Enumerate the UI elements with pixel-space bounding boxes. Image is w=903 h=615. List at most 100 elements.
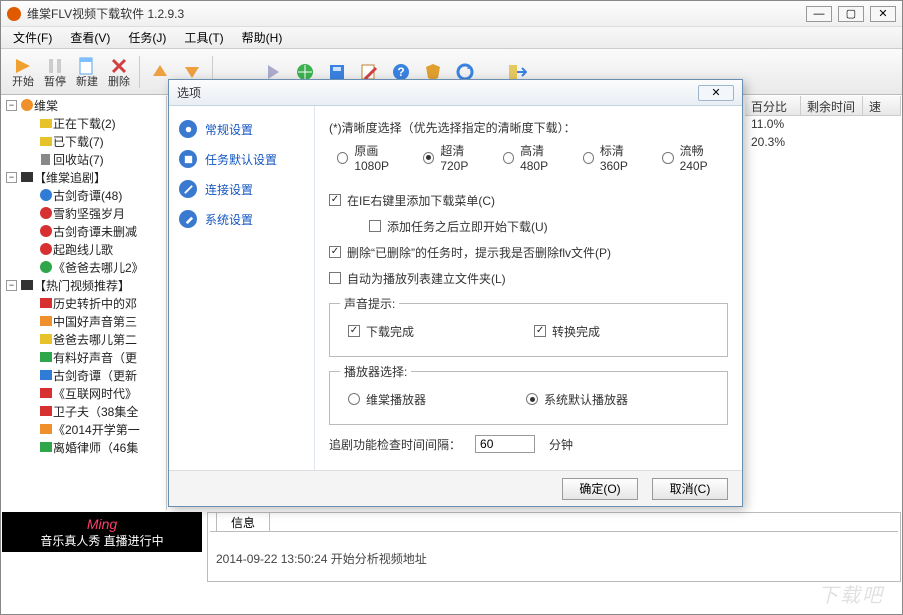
titlebar: 维棠FLV视频下载软件 1.2.9.3 — ▢ ✕ (1, 1, 902, 27)
radio-240p[interactable]: 流畅240P (662, 142, 728, 173)
video-icon (39, 350, 53, 364)
tree-drama-item[interactable]: 《爸爸去哪儿2》 (2, 258, 166, 276)
radio-player-weitang[interactable]: 维棠播放器 (348, 388, 426, 410)
sound-group: 声音提示: 下载完成 转换完成 (329, 295, 728, 357)
tb-start[interactable]: 开始 (7, 56, 39, 88)
video-icon (39, 332, 53, 346)
tree-hot-item[interactable]: 历史转折中的邓 (2, 294, 166, 312)
tree-pane: −维棠 正在下载(2) 已下载(7) 回收站(7) −【维棠追剧】 古剑奇谭(4… (2, 96, 167, 510)
tree-hot-item[interactable]: 中国好声音第三 (2, 312, 166, 330)
tb-new[interactable]: 新建 (71, 56, 103, 88)
tree-drama-item[interactable]: 古剑奇谭未删减 (2, 222, 166, 240)
tree-drama-item[interactable]: 雪豹坚强岁月 (2, 204, 166, 222)
menu-help[interactable]: 帮助(H) (234, 27, 291, 48)
tree-hot-item[interactable]: 古剑奇谭（更新 (2, 366, 166, 384)
maximize-button[interactable]: ▢ (838, 6, 864, 22)
arrow-right-icon (13, 56, 33, 76)
tree-drama-item[interactable]: 古剑奇谭(48) (2, 186, 166, 204)
menu-view[interactable]: 查看(V) (62, 27, 118, 48)
nav-system-label: 系统设置 (205, 211, 253, 228)
tree-recycle[interactable]: 回收站(7) (2, 150, 166, 168)
dialog-title: 选项 (177, 84, 698, 101)
tree-item-label: 雪豹坚强岁月 (53, 205, 125, 222)
connect-icon (179, 180, 197, 198)
dialog-nav: 常规设置 任务默认设置 连接设置 系统设置 (169, 106, 315, 470)
tree-item-label: 卫子夫（38集全 (53, 403, 138, 420)
tree-downloading-label: 正在下载(2) (53, 115, 116, 132)
tree-item-label: 《互联网时代》 (53, 385, 137, 402)
video-icon (39, 188, 53, 202)
radio-player-system[interactable]: 系统默认播放器 (526, 388, 628, 410)
col-percent[interactable]: 百分比 (745, 96, 801, 115)
dialog-close-button[interactable]: ✕ (698, 85, 734, 101)
video-icon (39, 386, 53, 400)
tree-drama[interactable]: −【维棠追剧】 (2, 168, 166, 186)
chk-ie-menu[interactable]: 在IE右键里添加下载菜单(C) (329, 189, 728, 211)
minimize-button[interactable]: — (806, 6, 832, 22)
menubar: 文件(F) 查看(V) 任务(J) 工具(T) 帮助(H) (1, 27, 902, 49)
sound-legend: 声音提示: (340, 295, 399, 312)
dialog-panel: (*)清晰度选择（优先选择指定的清晰度下载）： 原画1080P 超清720P 高… (315, 106, 742, 470)
close-button[interactable]: ✕ (870, 6, 896, 22)
star-icon (20, 278, 34, 292)
video-icon (39, 404, 53, 418)
nav-system[interactable]: 系统设置 (169, 204, 314, 234)
tree-hot-item[interactable]: 有料好声音（更 (2, 348, 166, 366)
video-icon (39, 368, 53, 382)
chk-ie-sub[interactable]: 添加任务之后立即开始下载(U) (329, 215, 728, 237)
video-icon (39, 242, 53, 256)
tree-item-label: 历史转折中的邓 (53, 295, 137, 312)
tree-hot-item[interactable]: 《2014开学第一 (2, 420, 166, 438)
tree-item-label: 爸爸去哪儿第二 (53, 331, 137, 348)
grid-row[interactable]: 20.3% (745, 134, 901, 152)
radio-1080p[interactable]: 原画1080P (337, 142, 409, 173)
tree-downloading[interactable]: 正在下载(2) (2, 114, 166, 132)
interval-input[interactable] (475, 435, 535, 453)
menu-tools[interactable]: 工具(T) (176, 27, 231, 48)
radio-360p[interactable]: 标清360P (583, 142, 649, 173)
tb-delete[interactable]: 删除 (103, 56, 135, 88)
delete-icon (109, 56, 129, 76)
nav-general[interactable]: 常规设置 (169, 114, 314, 144)
window-title: 维棠FLV视频下载软件 1.2.9.3 (27, 5, 800, 22)
video-icon (39, 206, 53, 220)
menu-file[interactable]: 文件(F) (5, 27, 60, 48)
grid-row[interactable]: 11.0% (745, 116, 901, 134)
tree-drama-item[interactable]: 起跑线儿歌 (2, 240, 166, 258)
radio-480p[interactable]: 高清480P (503, 142, 569, 173)
tree-hot-item[interactable]: 爸爸去哪儿第二 (2, 330, 166, 348)
tree-downloaded[interactable]: 已下载(7) (2, 132, 166, 150)
tree-hot-item[interactable]: 离婚律师（46集 (2, 438, 166, 456)
info-tab[interactable]: 信息 (216, 512, 270, 532)
radio-720p[interactable]: 超清720P (423, 142, 489, 173)
tree-item-label: 古剑奇谭未删减 (53, 223, 137, 240)
player-legend: 播放器选择: (340, 363, 411, 380)
ok-button[interactable]: 确定(O) (562, 478, 638, 500)
grid-rows: 11.0% 20.3% (745, 116, 901, 152)
chk-mk-folder[interactable]: 自动为播放列表建立文件夹(L) (329, 267, 728, 289)
tb-pause-label: 暂停 (44, 77, 66, 88)
tree-item-label: 中国好声音第三 (53, 313, 137, 330)
trash-icon (39, 152, 53, 166)
ad-banner[interactable]: Ming 音乐真人秀 直播进行中 (2, 512, 202, 552)
nav-task[interactable]: 任务默认设置 (169, 144, 314, 174)
tree-hot[interactable]: −【热门视频推荐】 (2, 276, 166, 294)
video-icon (39, 314, 53, 328)
tree-hot-label: 【热门视频推荐】 (34, 277, 130, 294)
new-file-icon (77, 56, 97, 76)
info-body: 2014-09-22 13:50:24 开始分析视频地址 (210, 531, 898, 579)
menu-task[interactable]: 任务(J) (120, 27, 174, 48)
col-speed[interactable]: 速 (863, 96, 901, 115)
col-remain[interactable]: 剩余时间 (801, 96, 863, 115)
tree-hot-item[interactable]: 《互联网时代》 (2, 384, 166, 402)
chk-sound-convert[interactable]: 转换完成 (534, 320, 600, 342)
tree-item-label: 有料好声音（更 (53, 349, 137, 366)
grid-header: 百分比 剩余时间 速 (745, 96, 901, 116)
tree-root[interactable]: −维棠 (2, 96, 166, 114)
nav-conn[interactable]: 连接设置 (169, 174, 314, 204)
chk-sound-download[interactable]: 下载完成 (348, 320, 414, 342)
tb-pause[interactable]: 暂停 (39, 56, 71, 88)
chk-del-prompt[interactable]: 删除“已删除”的任务时，提示我是否删除flv文件(P) (329, 241, 728, 263)
cancel-button[interactable]: 取消(C) (652, 478, 728, 500)
tree-hot-item[interactable]: 卫子夫（38集全 (2, 402, 166, 420)
